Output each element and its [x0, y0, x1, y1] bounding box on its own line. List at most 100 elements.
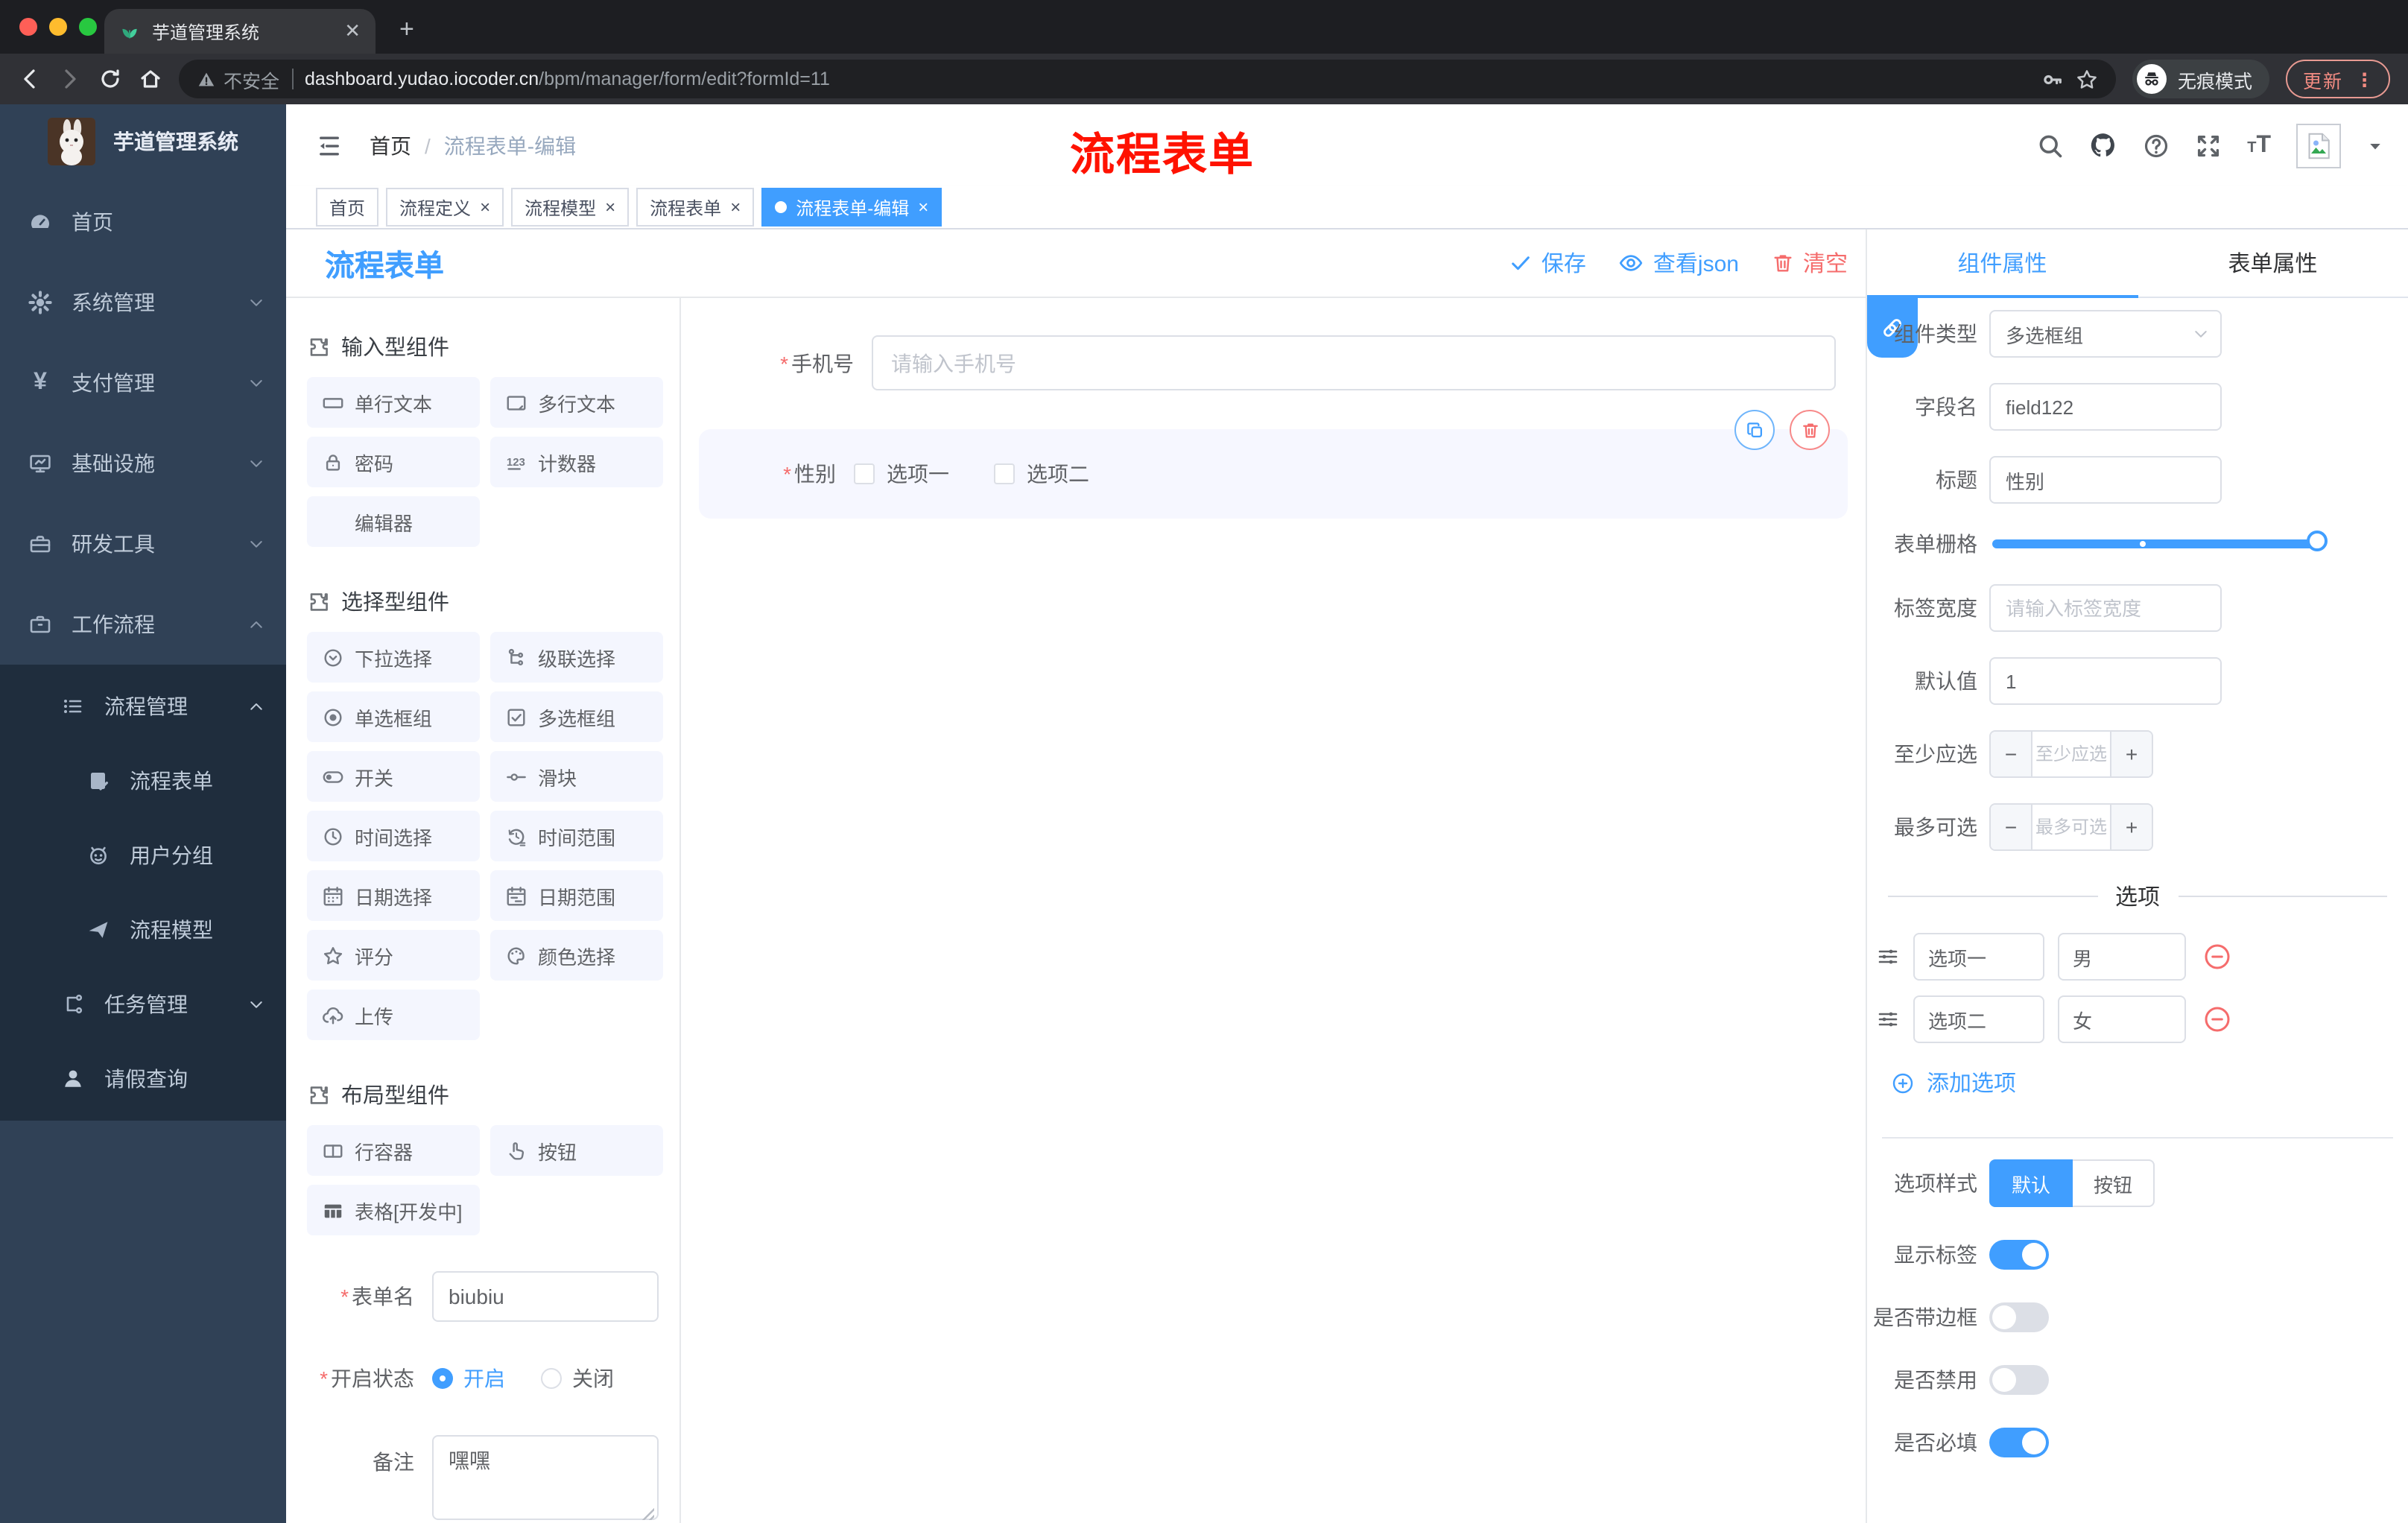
gender-checkbox-option1[interactable]: 选项一 [854, 459, 949, 489]
save-button[interactable]: 保存 [1510, 247, 1586, 279]
window-controls[interactable] [19, 18, 97, 36]
component-chip-radio-group[interactable]: 单选框组 [307, 691, 480, 742]
disabled-toggle[interactable] [1989, 1365, 2049, 1395]
tag-close-icon[interactable]: × [605, 197, 615, 218]
new-tab-button[interactable]: + [399, 15, 414, 45]
component-chip-multi-line-text[interactable]: 多行文本 [490, 377, 663, 428]
phone-input[interactable] [872, 335, 1836, 390]
style-button-button[interactable]: 按钮 [2073, 1159, 2155, 1207]
component-chip-checkbox-group[interactable]: 多选框组 [490, 691, 663, 742]
component-chip-time-range[interactable]: 时间范围 [490, 811, 663, 861]
key-icon[interactable] [2042, 68, 2065, 90]
option-label-input[interactable] [1913, 933, 2044, 981]
sidebar-item-process-form[interactable]: 流程表单 [0, 744, 286, 818]
security-warning-icon[interactable]: 不安全 [197, 65, 279, 93]
option-label-input[interactable] [1913, 995, 2044, 1043]
stepper-plus-button[interactable]: + [2110, 732, 2152, 776]
collapse-sidebar-icon[interactable] [316, 132, 343, 159]
min-select-input[interactable] [2032, 732, 2110, 776]
title-input[interactable] [1989, 456, 2222, 504]
default-value-input[interactable] [1989, 657, 2222, 705]
component-chip-counter[interactable]: 123 计数器 [490, 437, 663, 487]
component-chip-row-container[interactable]: 行容器 [307, 1125, 480, 1176]
font-size-icon[interactable]: TT [2247, 132, 2271, 159]
sidebar-item-payment[interactable]: ¥ 支付管理 [0, 343, 286, 423]
sidebar-item-home[interactable]: 首页 [0, 182, 286, 262]
back-icon[interactable] [18, 67, 42, 91]
tab-form-props[interactable]: 表单属性 [2138, 229, 2408, 297]
browser-tab[interactable]: 芋道管理系统 ✕ [104, 9, 376, 54]
sidebar-item-process-model[interactable]: 流程模型 [0, 893, 286, 967]
home-icon[interactable] [139, 67, 162, 91]
reload-icon[interactable] [98, 67, 122, 91]
component-chip-button[interactable]: 按钮 [490, 1125, 663, 1176]
show-label-toggle[interactable] [1989, 1240, 2049, 1270]
sidebar-item-leave-query[interactable]: 请假查询 [0, 1042, 286, 1116]
remove-option-button[interactable] [2202, 942, 2232, 972]
component-chip-editor[interactable]: 编辑器 [307, 496, 480, 547]
fullscreen-icon[interactable] [2195, 132, 2222, 159]
with-border-toggle[interactable] [1989, 1302, 2049, 1332]
avatar-caret-icon[interactable] [2366, 136, 2384, 154]
component-chip-switch[interactable]: 开关 [307, 751, 480, 802]
bookmark-star-icon[interactable] [2076, 68, 2099, 90]
form-canvas[interactable]: *手机号 *性别 选项一 选项二 [681, 298, 1866, 1523]
tag-home[interactable]: 首页 [316, 188, 379, 227]
component-chip-date-picker[interactable]: 日期选择 [307, 870, 480, 921]
component-type-select[interactable]: 多选框组 [1989, 310, 2222, 358]
avatar[interactable] [2296, 123, 2341, 168]
component-chip-password[interactable]: 密码 [307, 437, 480, 487]
tag-process-form-edit[interactable]: 流程表单-编辑 × [761, 188, 942, 227]
component-chip-color-picker[interactable]: 颜色选择 [490, 930, 663, 981]
github-icon[interactable] [2089, 131, 2117, 159]
browser-menu-dots-icon[interactable]: ⋮ [2355, 68, 2374, 90]
delete-component-button[interactable] [1790, 410, 1830, 450]
tag-close-icon[interactable]: × [730, 197, 741, 218]
label-width-input[interactable] [1989, 584, 2222, 632]
component-chip-table[interactable]: 表格[开发中] [307, 1185, 480, 1235]
tag-process-definition[interactable]: 流程定义 × [386, 188, 504, 227]
tag-process-form[interactable]: 流程表单 × [636, 188, 755, 227]
add-option-button[interactable]: 添加选项 [1891, 1067, 2408, 1098]
component-chip-upload[interactable]: 上传 [307, 990, 480, 1040]
form-name-input[interactable] [432, 1271, 659, 1322]
style-default-button[interactable]: 默认 [1989, 1159, 2073, 1207]
component-chip-rate[interactable]: 评分 [307, 930, 480, 981]
stepper-minus-button[interactable]: − [1991, 805, 2032, 849]
component-chip-select[interactable]: 下拉选择 [307, 632, 480, 683]
remark-textarea[interactable]: 嘿嘿 [432, 1435, 659, 1520]
gender-checkbox-option2[interactable]: 选项二 [994, 459, 1089, 489]
component-chip-single-line-text[interactable]: 单行文本 [307, 377, 480, 428]
sidebar-item-task-mgmt[interactable]: 任务管理 [0, 967, 286, 1042]
textarea-resize-handle[interactable] [641, 1507, 654, 1520]
maximize-window-button[interactable] [79, 18, 97, 36]
sidebar-item-user-group[interactable]: 用户分组 [0, 818, 286, 893]
minimize-window-button[interactable] [49, 18, 67, 36]
close-window-button[interactable] [19, 18, 37, 36]
search-icon[interactable] [2037, 132, 2064, 159]
address-bar[interactable]: 不安全 dashboard.yudao.iocoder.cn/bpm/manag… [179, 60, 2117, 98]
field-name-input[interactable] [1989, 383, 2222, 431]
canvas-field-phone[interactable]: * 手机号 [711, 335, 1836, 390]
clear-button[interactable]: 清空 [1772, 247, 1848, 279]
component-chip-time-picker[interactable]: 时间选择 [307, 811, 480, 861]
remove-option-button[interactable] [2202, 1004, 2232, 1034]
slider-handle[interactable] [2307, 531, 2328, 551]
max-select-input[interactable] [2032, 805, 2110, 849]
drag-handle-icon[interactable] [1876, 945, 1900, 969]
sidebar-item-workflow[interactable]: 工作流程 [0, 584, 286, 665]
sidebar-item-process-mgmt[interactable]: 流程管理 [0, 669, 286, 744]
tab-component-props[interactable]: 组件属性 [1867, 229, 2138, 297]
copy-component-button[interactable] [1734, 410, 1775, 450]
tab-close-icon[interactable]: ✕ [344, 19, 361, 43]
stepper-minus-button[interactable]: − [1991, 732, 2032, 776]
option-value-input[interactable] [2058, 995, 2186, 1043]
tag-close-icon[interactable]: × [918, 197, 928, 218]
option-value-input[interactable] [2058, 933, 2186, 981]
canvas-field-gender-selected[interactable]: * 性别 选项一 选项二 [699, 410, 1848, 519]
sidebar-item-infra[interactable]: 基础设施 [0, 423, 286, 504]
drag-handle-icon[interactable] [1876, 1007, 1900, 1031]
status-radio-off[interactable]: 关闭 [541, 1364, 614, 1393]
stepper-plus-button[interactable]: + [2110, 805, 2152, 849]
component-chip-slider[interactable]: 滑块 [490, 751, 663, 802]
